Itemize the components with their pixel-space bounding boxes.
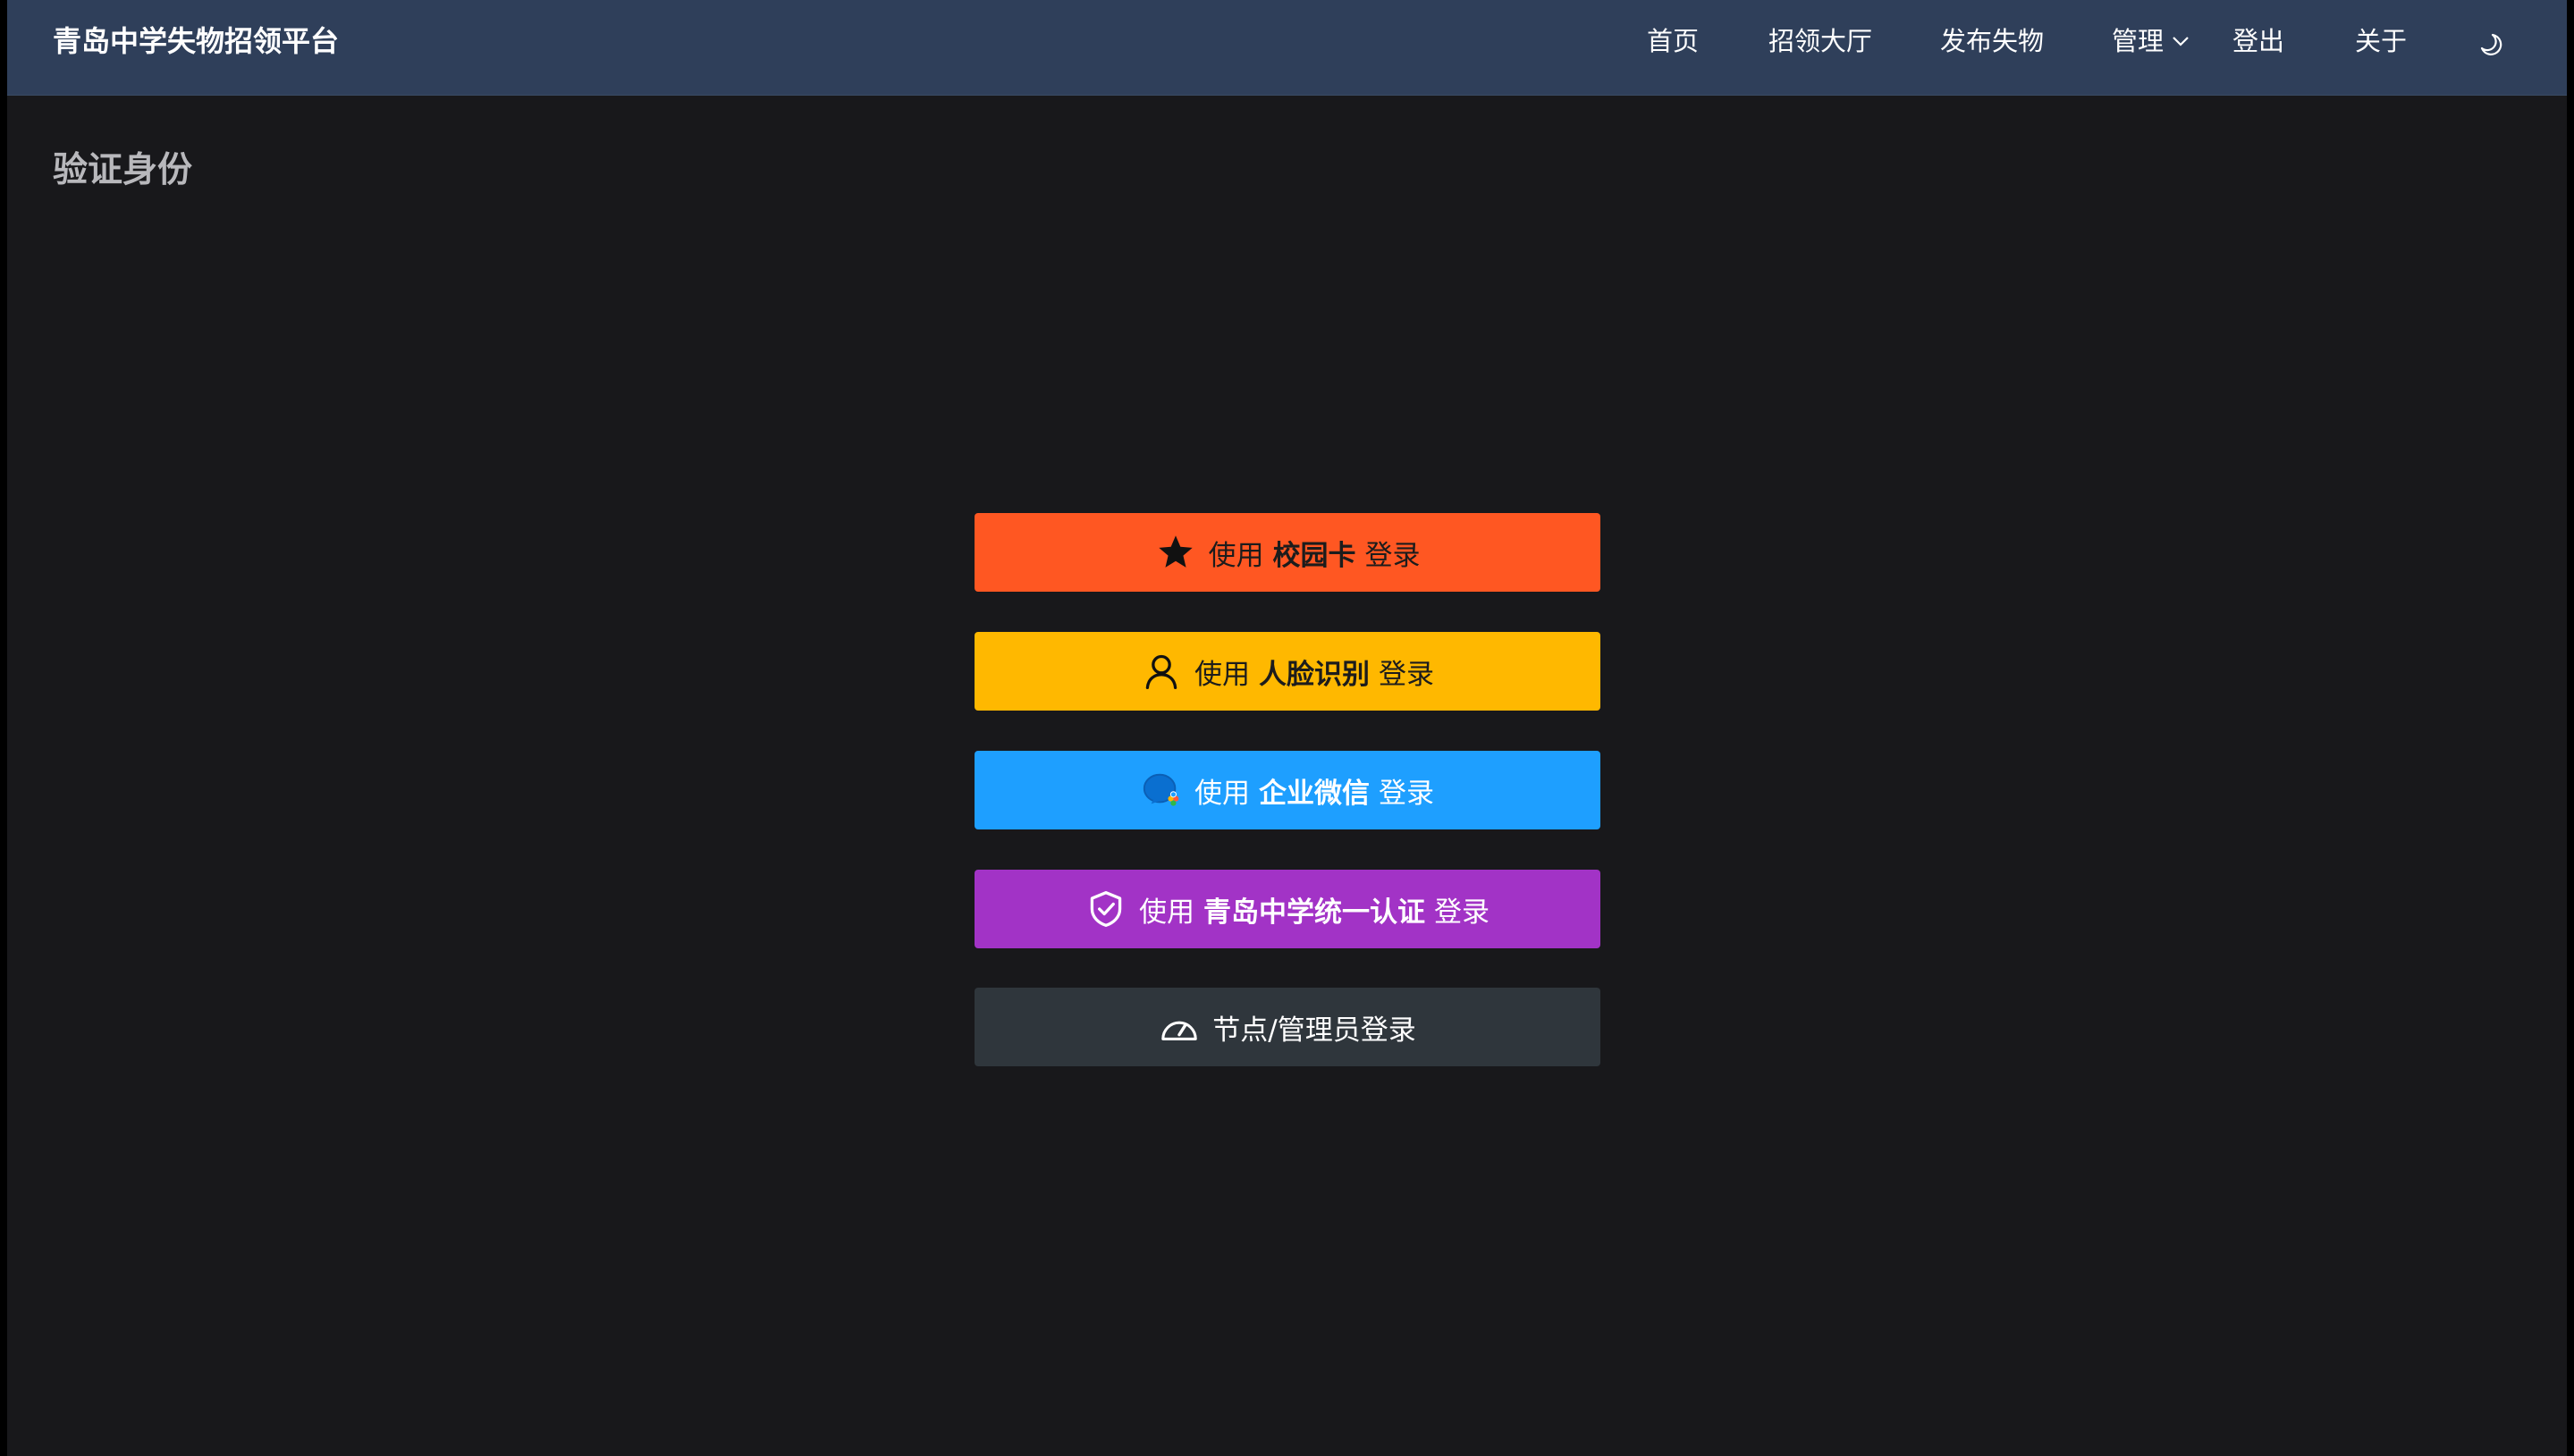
login-suffix: 登录 <box>1434 896 1490 929</box>
login-method: 校园卡 <box>1272 539 1356 572</box>
login-method: 企业微信 <box>1259 777 1370 810</box>
nav-item-home[interactable]: 首页 <box>1647 23 1699 59</box>
login-prefix: 使用 <box>1208 539 1264 572</box>
nav-item-about[interactable]: 关于 <box>2355 23 2407 59</box>
unified-auth-login-button[interactable]: 使用 青岛中学统一认证 登录 <box>975 870 1600 948</box>
nav-item-hall[interactable]: 招领大厅 <box>1768 23 1872 59</box>
admin-login-label: 节点/管理员登录 <box>1212 1014 1416 1047</box>
nav-item-publish[interactable]: 发布失物 <box>1940 23 2044 59</box>
brand-title[interactable]: 青岛中学失物招领平台 <box>53 23 339 59</box>
page-title: 验证身份 <box>53 150 193 190</box>
login-prefix: 使用 <box>1139 896 1194 929</box>
login-suffix: 登录 <box>1364 539 1421 572</box>
nav-item-logout[interactable]: 登出 <box>2232 23 2284 59</box>
login-suffix: 登录 <box>1379 777 1434 810</box>
face-recognition-login-button[interactable]: 使用 人脸识别 登录 <box>975 632 1600 711</box>
star-icon <box>1155 532 1196 573</box>
login-method: 青岛中学统一认证 <box>1203 896 1425 929</box>
wecom-login-button[interactable]: 使用 企业微信 登录 <box>975 751 1600 829</box>
login-prefix: 使用 <box>1194 658 1250 691</box>
login-suffix: 登录 <box>1379 658 1434 691</box>
user-icon <box>1141 651 1182 692</box>
login-method: 人脸识别 <box>1259 658 1370 691</box>
campus-card-login-button[interactable]: 使用 校园卡 登录 <box>975 513 1600 592</box>
shield-check-icon <box>1085 888 1127 930</box>
dashboard-icon <box>1159 1006 1200 1048</box>
wecom-icon <box>1141 770 1182 811</box>
login-prefix: 使用 <box>1194 777 1250 810</box>
chevron-down-icon[interactable] <box>2171 32 2190 50</box>
moon-icon[interactable] <box>2475 29 2505 59</box>
navbar: 青岛中学失物招领平台 首页 招领大厅 发布失物 管理 登出 关于 <box>7 0 2567 96</box>
app-window: 青岛中学失物招领平台 首页 招领大厅 发布失物 管理 登出 关于 验证身份 使用… <box>7 0 2567 1456</box>
admin-login-button[interactable]: 节点/管理员登录 <box>975 988 1600 1066</box>
nav-item-manage[interactable]: 管理 <box>2112 23 2164 59</box>
